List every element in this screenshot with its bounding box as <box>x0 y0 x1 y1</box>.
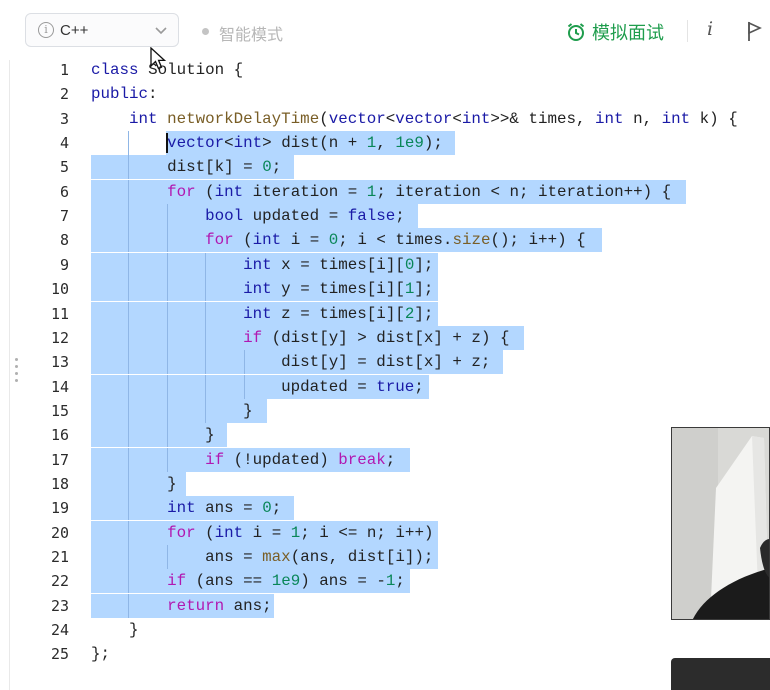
line-number: 11 <box>50 304 69 323</box>
code-text: if (!updated) break; <box>205 450 396 469</box>
code-line[interactable]: 18 } <box>24 471 770 496</box>
code-text: int ans = 0; <box>167 499 282 518</box>
line-number: 7 <box>59 207 69 226</box>
code-line[interactable]: 20 for (int i = 1; i <= n; i++) <box>24 520 770 545</box>
code-line[interactable]: 19 int ans = 0; <box>24 496 770 521</box>
code-text: for (int iteration = 1; iteration < n; i… <box>167 182 672 201</box>
line-number: 4 <box>59 134 69 153</box>
mode-status-dot <box>202 28 209 35</box>
code-line[interactable]: 2 public: <box>24 82 770 106</box>
code-line[interactable]: 3 int networkDelayTime(vector<vector<int… <box>24 107 770 131</box>
smart-mode-toggle[interactable]: 智能模式 <box>219 21 283 45</box>
line-number: 19 <box>50 499 69 518</box>
code-line[interactable]: 17 if (!updated) break; <box>24 447 770 472</box>
mock-interview-button[interactable]: 模拟面试 <box>566 18 664 46</box>
line-number: 5 <box>59 158 69 177</box>
line-number: 16 <box>50 426 69 445</box>
line-number: 8 <box>59 231 69 250</box>
code-line[interactable]: 14 updated = true; <box>24 374 770 399</box>
code-text: return ans; <box>167 596 272 615</box>
code-line[interactable]: 24 } <box>24 618 770 642</box>
webcam-frame-image <box>672 428 769 619</box>
code-text: public: <box>91 85 158 104</box>
code-line[interactable]: 12 if (dist[y] > dist[x] + z) { <box>24 325 770 350</box>
code-text: class Solution { <box>91 61 244 79</box>
line-number: 14 <box>50 377 69 396</box>
alarm-clock-icon <box>567 23 585 41</box>
code-line[interactable]: 16 } <box>24 423 770 448</box>
code-line[interactable]: 21 ans = max(ans, dist[i]); <box>24 545 770 569</box>
line-number: 18 <box>50 474 69 493</box>
language-select[interactable]: i C++ <box>25 13 179 47</box>
code-text: } <box>129 621 139 640</box>
info-circle-icon: i <box>38 22 54 38</box>
code-text: int z = times[i][2]; <box>243 304 434 323</box>
line-number: 3 <box>59 109 69 128</box>
code-line[interactable]: 25}; <box>24 642 770 666</box>
code-line[interactable]: 10 int y = times[i][1]; <box>24 277 770 302</box>
toolbar-divider <box>687 20 688 42</box>
code-line[interactable]: 4 vector<int> dist(n + 1, 1e9); <box>24 131 770 156</box>
editor-toolbar: i C++ 智能模式 模拟面试 i <box>0 0 770 60</box>
line-number: 23 <box>50 596 69 615</box>
line-number: 1 <box>59 61 69 79</box>
video-control-bar[interactable] <box>671 658 770 690</box>
line-number: 15 <box>50 401 69 420</box>
code-line[interactable]: 11 int z = times[i][2]; <box>24 301 770 326</box>
line-number: 2 <box>59 85 69 104</box>
code-line[interactable]: 23 return ans; <box>24 593 770 618</box>
code-text: } <box>205 426 215 445</box>
code-line[interactable]: 15 } <box>24 398 770 423</box>
code-text: if (ans == 1e9) ans = -1; <box>167 572 405 591</box>
code-text: vector<int> dist(n + 1, 1e9); <box>167 134 443 153</box>
line-number: 21 <box>50 548 69 566</box>
line-number: 6 <box>59 182 69 201</box>
mock-interview-label: 模拟面试 <box>592 23 664 43</box>
code-text: } <box>243 401 253 420</box>
code-line[interactable]: 1 class Solution { <box>24 58 770 82</box>
language-label: C++ <box>60 22 89 39</box>
code-line[interactable]: 9 int x = times[i][0]; <box>24 252 770 277</box>
text-cursor <box>166 133 168 154</box>
webcam-video <box>671 427 770 620</box>
code-line[interactable]: 22 if (ans == 1e9) ans = -1; <box>24 569 770 594</box>
code-text: dist[k] = 0; <box>167 158 282 177</box>
code-text: updated = true; <box>281 377 424 396</box>
line-number: 10 <box>50 280 69 299</box>
resize-handle[interactable] <box>15 358 19 392</box>
line-number: 17 <box>50 450 69 469</box>
code-editor[interactable]: 1 class Solution { 2 public: 3 int networkDe… <box>24 58 770 690</box>
code-text: int y = times[i][1]; <box>243 280 434 299</box>
code-line[interactable]: 6 for (int iteration = 1; iteration < n;… <box>24 179 770 204</box>
flag-icon[interactable] <box>746 20 764 42</box>
code-text: for (int i = 1; i <= n; i++) <box>167 523 434 542</box>
code-text: int networkDelayTime(vector<vector<int>>… <box>129 109 738 128</box>
code-text: }; <box>91 645 111 664</box>
line-number: 24 <box>50 621 69 640</box>
line-number: 13 <box>50 353 69 372</box>
line-number: 22 <box>50 572 69 591</box>
code-text: int x = times[i][0]; <box>243 255 434 274</box>
code-line[interactable]: 7 bool updated = false; <box>24 204 770 229</box>
code-text: if (dist[y] > dist[x] + z) { <box>243 328 510 347</box>
chevron-down-icon <box>155 27 167 35</box>
code-text: ans = max(ans, dist[i]); <box>205 548 434 566</box>
code-text: for (int i = 0; i < times.size(); i++) { <box>205 231 586 250</box>
code-text: bool updated = false; <box>205 207 405 226</box>
code-line[interactable]: 8 for (int i = 0; i < times.size(); i++)… <box>24 228 770 253</box>
line-number: 12 <box>50 328 69 347</box>
info-button[interactable]: i <box>702 18 718 44</box>
code-line[interactable]: 13 dist[y] = dist[x] + z; <box>24 350 770 375</box>
panel-divider <box>9 60 10 690</box>
line-number: 20 <box>50 523 69 542</box>
code-text: dist[y] = dist[x] + z; <box>281 353 491 372</box>
line-number: 9 <box>59 255 69 274</box>
code-text: } <box>167 474 177 493</box>
code-line[interactable]: 5 dist[k] = 0; <box>24 155 770 180</box>
line-number: 25 <box>50 645 69 664</box>
